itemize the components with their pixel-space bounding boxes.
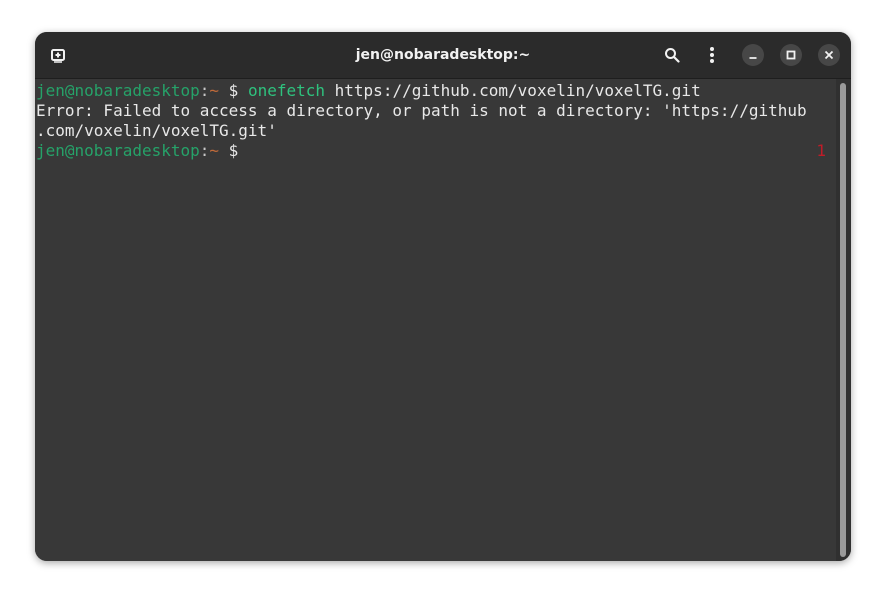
maximize-icon: [786, 50, 796, 60]
kebab-menu-icon: [710, 47, 714, 63]
scrollbar[interactable]: [836, 79, 851, 561]
prompt-separator: :: [199, 81, 210, 100]
header-bar: jen@nobaradesktop:~: [35, 32, 851, 79]
terminal-window: jen@nobaradesktop:~ jen@nobaradesktop:~ …: [35, 32, 851, 561]
command-line: jen@nobaradesktop:~ $ onefetch https://g…: [36, 81, 701, 101]
prompt-user: jen@nobaradesktop: [36, 141, 200, 160]
minimize-button[interactable]: [742, 44, 764, 66]
menu-button[interactable]: [697, 40, 727, 70]
command-name: onefetch: [247, 81, 326, 100]
error-line-2: .com/voxelin/voxelTG.git': [36, 121, 277, 140]
prompt-sign: $: [219, 81, 248, 100]
prompt-directory: ~: [209, 141, 220, 160]
prompt-directory: ~: [209, 81, 220, 100]
window-title: jen@nobaradesktop:~: [355, 47, 531, 63]
prompt-separator: :: [199, 141, 210, 160]
close-icon: [824, 50, 834, 60]
prompt-user: jen@nobaradesktop: [36, 81, 200, 100]
terminal-output[interactable]: jen@nobaradesktop:~ $ onefetch https://g…: [35, 79, 836, 561]
scrollbar-thumb[interactable]: [840, 83, 846, 557]
prompt-sign: $: [219, 141, 248, 160]
exit-status: 1: [816, 141, 826, 160]
maximize-button[interactable]: [780, 44, 802, 66]
error-line-1: Error: Failed to access a directory, or …: [36, 101, 807, 120]
close-button[interactable]: [818, 44, 840, 66]
prompt-line: jen@nobaradesktop:~ $: [36, 141, 248, 161]
command-argument: https://github.com/voxelin/voxelTG.git: [325, 81, 701, 100]
search-icon: [665, 48, 680, 63]
search-button[interactable]: [657, 40, 687, 70]
minimize-icon: [749, 57, 757, 59]
